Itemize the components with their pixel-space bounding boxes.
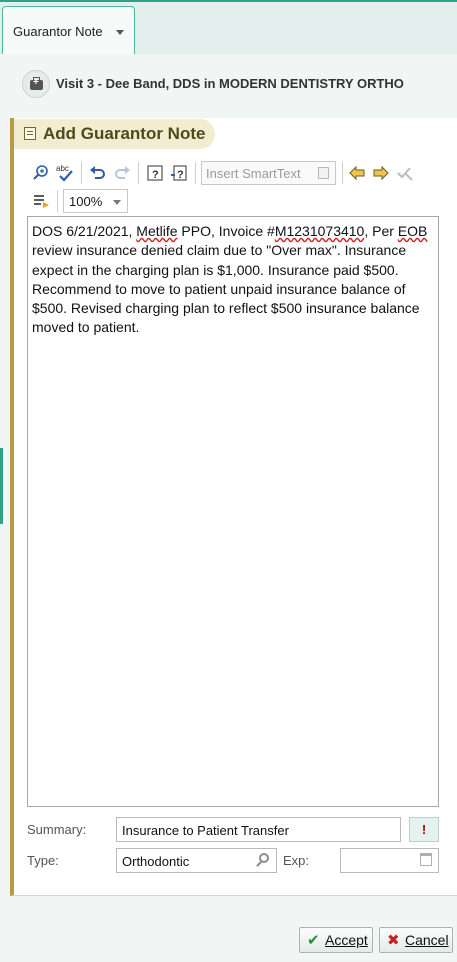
toolbar-divider bbox=[81, 162, 82, 184]
summary-value: Insurance to Patient Transfer bbox=[122, 823, 289, 838]
type-label: Type: bbox=[27, 853, 59, 868]
smartlist-icon bbox=[318, 167, 329, 179]
toolbar-divider bbox=[57, 190, 58, 212]
accept-label: Accept bbox=[325, 932, 368, 948]
tab-guarantor-note[interactable]: Guarantor Note bbox=[2, 6, 135, 54]
undo-icon[interactable] bbox=[88, 163, 108, 183]
panel-title: Add Guarantor Note bbox=[43, 124, 206, 143]
toolbar-divider bbox=[195, 162, 196, 184]
note-text-area[interactable]: DOS 6/21/2021, Metlife PPO, Invoice #M12… bbox=[27, 216, 439, 807]
type-field[interactable]: Orthodontic bbox=[116, 848, 277, 873]
tab-label: Guarantor Note bbox=[13, 24, 103, 39]
type-value: Orthodontic bbox=[122, 854, 190, 869]
summary-label: Summary: bbox=[27, 822, 87, 837]
search-icon[interactable] bbox=[259, 853, 269, 863]
required-indicator-button[interactable]: ! bbox=[409, 817, 439, 842]
accept-button[interactable]: ✔ Accept bbox=[299, 927, 373, 953]
chevron-down-icon[interactable] bbox=[116, 30, 124, 35]
zoom-value: 100% bbox=[69, 194, 103, 209]
previous-icon[interactable] bbox=[347, 163, 367, 183]
note-text: DOS 6/21/2021, Metlife PPO, Invoice #M12… bbox=[32, 223, 428, 336]
exp-label: Exp: bbox=[283, 853, 310, 868]
svg-text:abc: abc bbox=[56, 164, 69, 173]
help-icon[interactable]: ? bbox=[145, 163, 165, 183]
more-icon[interactable] bbox=[31, 191, 51, 211]
chevron-down-icon bbox=[113, 200, 121, 205]
spellcheck-icon[interactable]: abc bbox=[55, 163, 75, 183]
help-context-icon[interactable]: ? bbox=[169, 163, 189, 183]
visit-title: Visit 3 - Dee Band, DDS in MODERN DENTIS… bbox=[56, 76, 404, 91]
svg-text:?: ? bbox=[177, 169, 184, 181]
redo-icon[interactable] bbox=[112, 163, 132, 183]
close-icon: ✖ bbox=[387, 932, 400, 949]
medical-bag-icon bbox=[22, 70, 50, 98]
cancel-button[interactable]: ✖ Cancel bbox=[379, 927, 453, 953]
calendar-icon[interactable] bbox=[420, 853, 432, 866]
find-replace-icon[interactable] bbox=[31, 163, 51, 183]
insert-smarttext-button[interactable]: Insert SmartText bbox=[201, 161, 336, 185]
summary-field[interactable]: Insurance to Patient Transfer bbox=[116, 817, 401, 842]
note-icon bbox=[24, 127, 36, 140]
toolbar-divider bbox=[342, 162, 343, 184]
cancel-label: Cancel bbox=[405, 932, 449, 948]
toolbar-divider bbox=[138, 162, 139, 184]
next-icon[interactable] bbox=[371, 163, 391, 183]
insert-smarttext-label: Insert SmartText bbox=[206, 166, 301, 181]
left-accent-bar bbox=[0, 448, 3, 524]
zoom-select[interactable]: 100% bbox=[63, 189, 128, 213]
accept-all-icon[interactable] bbox=[395, 163, 415, 183]
svg-text:?: ? bbox=[152, 169, 159, 181]
checkmark-icon: ✔ bbox=[307, 932, 320, 949]
